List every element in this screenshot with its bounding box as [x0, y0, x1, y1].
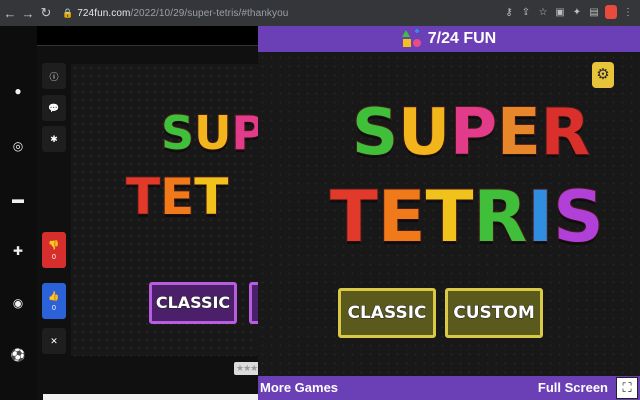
more-games-link[interactable]: More Games [260, 380, 338, 395]
like-count: 0 [52, 304, 56, 312]
report-bug-button[interactable]: ✱ [42, 126, 66, 152]
menu-dots-icon[interactable]: ⋮ [622, 7, 634, 18]
underlay-classic-button[interactable]: CLASSIC [149, 282, 237, 324]
comment-icon: 💬 [48, 102, 60, 113]
info-button[interactable]: ⓘ [42, 63, 66, 89]
underlay-tetris-letter-1: E [159, 167, 195, 227]
back-icon[interactable]: ← [2, 6, 18, 21]
share-icon[interactable]: ⇪ [520, 7, 532, 18]
screen: ← → ↻ 🔒 724fun.com/2022/10/29/super-tetr… [0, 0, 640, 400]
extension-icon[interactable]: ▣ [554, 7, 566, 18]
title-super-letter-2: P [449, 95, 498, 171]
forward-icon[interactable]: → [20, 6, 36, 21]
profile-avatar[interactable] [605, 5, 617, 19]
car-icon[interactable]: ▬ [10, 192, 26, 206]
underlay-game-frame[interactable]: SUP TET CLASSIC [71, 64, 261, 356]
title-tetris-letter-3: R [472, 175, 528, 259]
address-bar[interactable]: 724fun.com/2022/10/29/super-tetris/#than… [77, 8, 288, 19]
site-sidebar: ● ◎ ▬ ✚ ◉ ⚽ [0, 26, 37, 400]
title-tetris-letter-2: T [425, 175, 475, 259]
game-title-super: SUPER [351, 95, 591, 171]
brand-logo-icon [401, 29, 421, 47]
underlay-title-super: SUP [160, 105, 261, 161]
expand-button[interactable]: ✕ [42, 328, 66, 354]
url-path: /2022/10/29/super-tetris/#thankyou [130, 7, 289, 19]
brand-name: 7/24 FUN [427, 30, 497, 47]
underlay-title-tetris: TET [125, 167, 229, 227]
dislike-button[interactable]: 👎 0 [42, 232, 66, 268]
browser-extension-icons: ⚷ ⇪ ☆ ▣ ✦ ▤ ⋮ [503, 5, 634, 19]
game-window: 7/24 FUN ⚙ SUPER TETRIS CLASSIC CUSTOM M… [258, 26, 640, 400]
title-tetris-letter-1: E [377, 175, 427, 259]
underlay-header [37, 26, 260, 46]
underlay-super-letter-1: U [193, 105, 232, 161]
game-header: 7/24 FUN [258, 26, 640, 52]
title-super-letter-1: U [397, 95, 451, 171]
fullscreen-icon[interactable]: ⛶ [616, 377, 638, 399]
sidebar-panel-icon[interactable]: ▤ [588, 7, 600, 18]
underlay-tetris-letter-0: T [125, 167, 161, 227]
puzzle-extension-icon[interactable]: ✦ [571, 7, 583, 18]
reload-icon[interactable]: ↻ [38, 5, 54, 21]
expand-icon: ✕ [50, 335, 58, 346]
dislike-count: 0 [52, 253, 56, 261]
gamepad-icon[interactable]: ◎ [10, 139, 26, 153]
title-tetris-letter-4: I [526, 175, 554, 259]
thumbs-up-icon: 👍 [48, 290, 60, 301]
bomb-icon[interactable]: ● [10, 84, 26, 98]
title-super-letter-0: S [351, 95, 399, 171]
puzzle-icon[interactable]: ✚ [10, 244, 26, 258]
custom-mode-button[interactable]: CUSTOM [445, 288, 543, 338]
target-icon[interactable]: ◉ [10, 296, 26, 310]
settings-button[interactable]: ⚙ [592, 62, 614, 88]
classic-mode-button[interactable]: CLASSIC [338, 288, 436, 338]
gear-icon: ⚙ [596, 66, 610, 83]
game-footer: More Games Full Screen ⛶ [258, 376, 640, 400]
title-super-letter-4: R [540, 95, 591, 171]
lock-icon[interactable]: 🔒 [62, 8, 73, 19]
underlay-super-letter-0: S [160, 105, 195, 161]
url-domain: 724fun.com [77, 7, 131, 19]
like-button[interactable]: 👍 0 [42, 283, 66, 319]
info-icon: ⓘ [49, 71, 59, 82]
soccer-ball-icon[interactable]: ⚽ [10, 348, 26, 362]
title-super-letter-3: E [496, 95, 542, 171]
browser-toolbar: ← → ↻ 🔒 724fun.com/2022/10/29/super-tetr… [0, 0, 640, 26]
thumbs-down-icon: 👎 [48, 239, 60, 250]
underlay-footer [37, 356, 260, 400]
bookmark-star-icon[interactable]: ☆ [537, 7, 549, 18]
key-icon[interactable]: ⚷ [503, 7, 515, 18]
title-tetris-letter-5: S [552, 175, 604, 259]
bug-icon: ✱ [50, 133, 58, 144]
comment-button[interactable]: 💬 [42, 95, 66, 121]
title-tetris-letter-0: T [329, 175, 379, 259]
underlay-super-letter-2: P [231, 105, 261, 161]
game-title-tetris: TETRIS [329, 175, 605, 259]
underlay-tetris-letter-2: T [193, 167, 229, 227]
full-screen-link[interactable]: Full Screen [538, 380, 608, 395]
